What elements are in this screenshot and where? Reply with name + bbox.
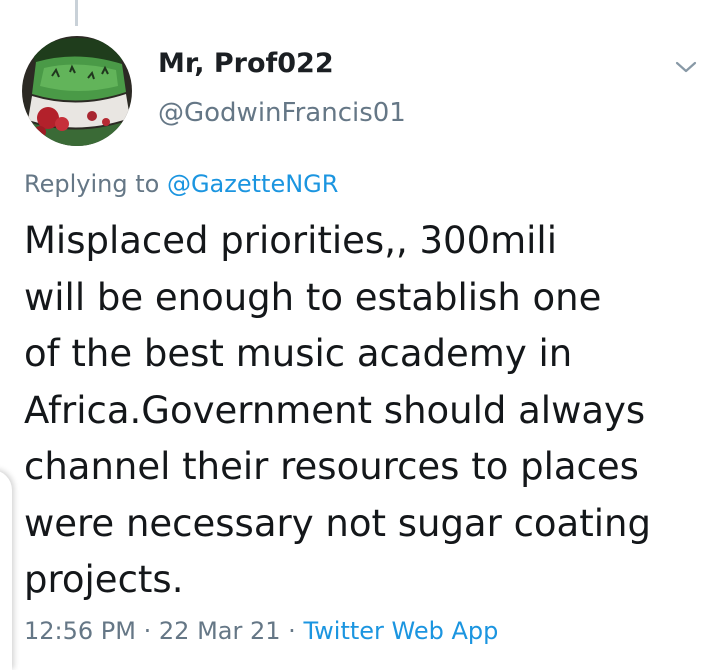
tweet-text-line: Misplaced priorities,, 300mili (24, 219, 557, 262)
replying-to-line: Replying to @GazetteNGR (24, 170, 338, 198)
user-handle[interactable]: @GodwinFrancis01 (158, 98, 406, 128)
tweet-metadata: 12:56 PM · 22 Mar 21 · Twitter Web App (24, 617, 498, 645)
tweet-date[interactable]: 22 Mar 21 (159, 617, 281, 645)
tweet-text: Misplaced priorities,, 300mili will be e… (24, 213, 704, 609)
avatar-image (22, 36, 132, 146)
tweet-text-line: were necessary not sugar coating (24, 501, 651, 545)
tweet-time[interactable]: 12:56 PM (24, 617, 136, 645)
tweet-text-line: Africa.Government should always (24, 388, 646, 432)
meta-separator: · (143, 617, 152, 645)
tweet-menu-button[interactable] (668, 52, 704, 82)
replying-to-mention[interactable]: @GazetteNGR (167, 170, 338, 198)
thread-connector-line (75, 0, 78, 26)
tweet-text-line: of the best music academy in (24, 332, 573, 375)
avatar[interactable] (22, 36, 132, 146)
replying-to-label: Replying to (24, 170, 160, 198)
meta-separator: · (288, 617, 296, 645)
chevron-down-icon (675, 61, 697, 73)
tweet-text-line: projects. (24, 558, 184, 601)
panel-edge (0, 470, 12, 670)
display-name[interactable]: Mr, Prof022 (158, 48, 334, 79)
tweet-text-line: channel their resources to places (24, 445, 639, 488)
tweet-text-line: will be enough to establish one (24, 275, 602, 319)
tweet-source-link[interactable]: Twitter Web App (303, 617, 498, 645)
